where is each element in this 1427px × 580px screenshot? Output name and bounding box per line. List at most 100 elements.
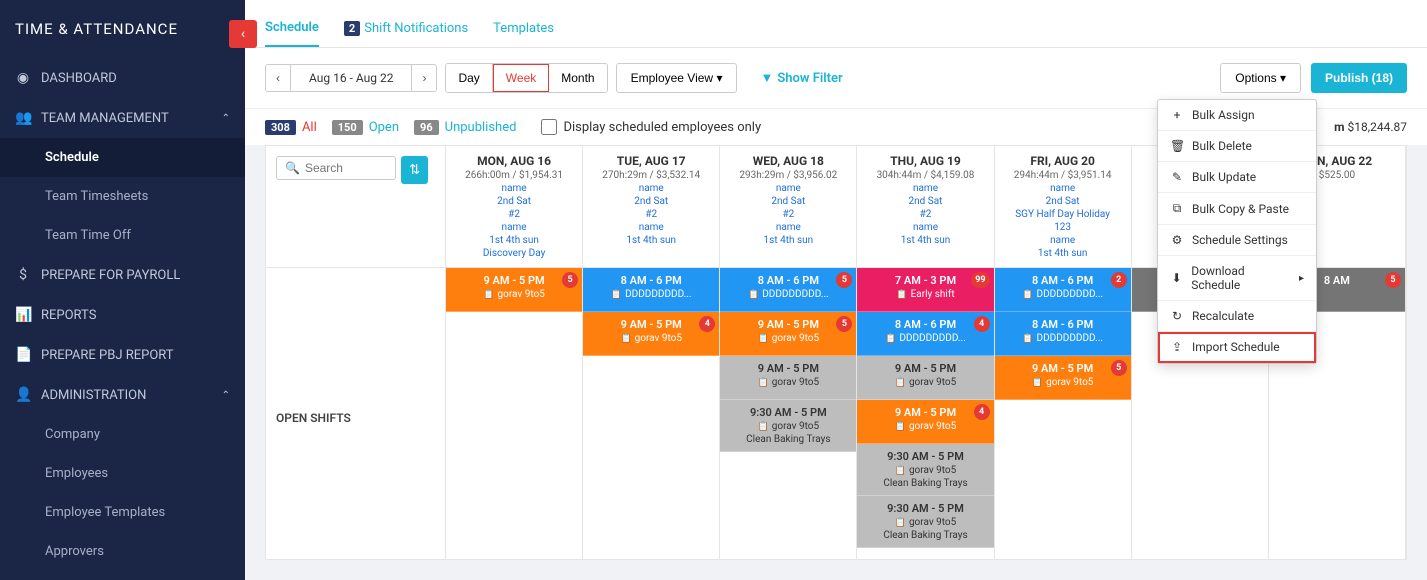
nav-item-administration[interactable]: 👤ADMINISTRATION⌃	[0, 375, 245, 415]
shift-block[interactable]: 9:30 AM - 5 PM gorav 9to5Clean Baking Tr…	[720, 400, 856, 452]
filter-all[interactable]: 308All	[265, 120, 317, 135]
shift-time: 9 AM - 5 PM	[865, 406, 985, 419]
shift-block[interactable]: 9 AM - 5 PM gorav 9to55	[995, 356, 1131, 400]
shift-block[interactable]: 8 AM - 6 PM DDDDDDDDD...4	[857, 312, 993, 356]
menu-download-schedule[interactable]: ⬇Download Schedule▸	[1158, 256, 1316, 301]
menu-bulk-delete[interactable]: 🗑Bulk Delete	[1158, 131, 1316, 162]
scheduled-only-checkbox[interactable]: Display scheduled employees only	[541, 119, 761, 135]
search-input[interactable]	[305, 161, 387, 175]
nav-item-dashboard[interactable]: ◉DASHBOARD	[0, 58, 245, 98]
nav-icon: 📊	[15, 307, 31, 323]
shift-cell-tue: 8 AM - 6 PM DDDDDDDDD...9 AM - 5 PM gora…	[583, 268, 720, 560]
shift-subtitle: gorav 9to5	[865, 517, 985, 528]
menu-schedule-settings[interactable]: ⚙Schedule Settings	[1158, 225, 1316, 256]
tab-badge: 2	[344, 21, 360, 36]
shift-time: 8 AM - 6 PM	[728, 274, 848, 287]
shift-cell-wed: 8 AM - 6 PM DDDDDDDDD...59 AM - 5 PM gor…	[720, 268, 857, 560]
day-header-0: MON, AUG 16266h:00m / $1,954.31name2nd S…	[446, 146, 583, 268]
shift-cell-thu: 7 AM - 3 PM Early shift998 AM - 6 PM DDD…	[857, 268, 994, 560]
date-range[interactable]: Aug 16 - Aug 22	[291, 65, 412, 91]
nav-sub-schedule[interactable]: Schedule	[0, 138, 245, 177]
shift-block[interactable]: 9 AM - 5 PM gorav 9to55	[446, 268, 582, 312]
shift-subtitle: gorav 9to5	[1003, 377, 1123, 388]
shift-block[interactable]: 9 AM - 5 PM gorav 9to5	[857, 356, 993, 400]
shift-block[interactable]: 8 AM - 6 PM DDDDDDDDD...	[995, 312, 1131, 356]
calendar-icon	[896, 289, 907, 300]
shift-block[interactable]: 9 AM - 5 PM gorav 9to54	[583, 312, 719, 356]
shift-block[interactable]: 9 AM - 5 PM gorav 9to5	[720, 356, 856, 400]
shift-time: 8 AM - 6 PM	[591, 274, 711, 287]
nav-sub-team-time-off[interactable]: Team Time Off	[0, 216, 245, 255]
shift-badge: 4	[974, 316, 990, 332]
shift-block[interactable]: 9:30 AM - 5 PM gorav 9to5Clean Baking Tr…	[857, 444, 993, 496]
search-box[interactable]: 🔍	[276, 156, 396, 180]
nav-item-team-management[interactable]: 👥TEAM MANAGEMENT⌃	[0, 98, 245, 138]
view-week-button[interactable]: Week	[493, 64, 549, 92]
nav-icon: $	[15, 267, 31, 283]
shift-subtitle: gorav 9to5	[728, 333, 848, 344]
shift-block[interactable]: 8 AM - 6 PM DDDDDDDDD...2	[995, 268, 1131, 312]
nav-sub-team-timesheets[interactable]: Team Timesheets	[0, 177, 245, 216]
shift-block[interactable]: 8 AM - 6 PM DDDDDDDDD...	[583, 268, 719, 312]
shift-block[interactable]: 9:30 AM - 5 PM gorav 9to5Clean Baking Tr…	[857, 496, 993, 548]
menu-recalculate[interactable]: ↻Recalculate	[1158, 301, 1316, 332]
chevron-up-icon: ⌃	[222, 113, 230, 124]
chevron-right-icon: ▸	[1299, 273, 1304, 284]
shift-cell-mon: 9 AM - 5 PM gorav 9to55	[446, 268, 583, 560]
menu-bulk-update[interactable]: ✎Bulk Update	[1158, 162, 1316, 193]
nav-item-reports[interactable]: 📊REPORTS	[0, 295, 245, 335]
view-day-button[interactable]: Day	[446, 64, 492, 92]
nav-sub-timesheet-settings[interactable]: Timesheet Settings	[0, 571, 245, 580]
show-filter-toggle[interactable]: ▼ Show Filter	[760, 70, 842, 86]
shift-badge: 5	[1385, 272, 1401, 288]
day-stats: 293h:29m / $3,956.02	[724, 170, 852, 181]
shift-time: 9:30 AM - 5 PM	[728, 406, 848, 419]
nav-sub-company[interactable]: Company	[0, 415, 245, 454]
filter-open[interactable]: 150Open	[332, 120, 399, 135]
employee-view-dropdown[interactable]: Employee View ▾	[616, 63, 738, 93]
main-content: Schedule 2Shift Notifications Templates ‹ …	[245, 0, 1427, 580]
publish-button[interactable]: Publish (18)	[1311, 63, 1407, 93]
prev-week-button[interactable]: ‹	[266, 65, 291, 91]
menu-icon: +	[1170, 108, 1184, 122]
menu-import-schedule[interactable]: ⇪Import Schedule	[1158, 332, 1316, 363]
shift-subtitle: DDDDDDDDD...	[865, 333, 985, 344]
menu-bulk-assign[interactable]: +Bulk Assign	[1158, 100, 1316, 131]
options-button[interactable]: Options ▾	[1220, 63, 1301, 93]
calendar-icon	[895, 465, 906, 476]
nav-sub-employee-templates[interactable]: Employee Templates	[0, 493, 245, 532]
app-title: TIME & ATTENDANCE	[0, 0, 245, 58]
shift-badge: 5	[1111, 360, 1127, 376]
nav-sub-employees[interactable]: Employees	[0, 454, 245, 493]
tab-templates[interactable]: Templates	[493, 11, 554, 46]
shift-time: 9 AM - 5 PM	[454, 274, 574, 287]
day-header-2: WED, AUG 18293h:29m / $3,956.02name2nd S…	[720, 146, 857, 268]
menu-icon: ↻	[1170, 309, 1184, 323]
shift-subtitle: DDDDDDDDD...	[591, 289, 711, 300]
nav-sub-approvers[interactable]: Approvers	[0, 532, 245, 571]
date-nav-group: ‹ Aug 16 - Aug 22 ›	[265, 64, 437, 92]
menu-bulk-copy-&-paste[interactable]: ⧉Bulk Copy & Paste	[1158, 193, 1316, 225]
shift-badge: 99	[971, 272, 989, 288]
shift-block[interactable]: 8 AM - 6 PM DDDDDDDDD...5	[720, 268, 856, 312]
filter-unpublished[interactable]: 96Unpublished	[414, 120, 516, 135]
shift-subtitle: gorav 9to5	[865, 421, 985, 432]
next-week-button[interactable]: ›	[412, 65, 436, 91]
shift-block[interactable]: 9 AM - 5 PM gorav 9to55	[720, 312, 856, 356]
shift-time: 9 AM - 5 PM	[728, 362, 848, 375]
shift-block[interactable]: 7 AM - 3 PM Early shift99	[857, 268, 993, 312]
search-icon: 🔍	[285, 161, 300, 175]
menu-icon: ⬇	[1170, 271, 1183, 285]
tab-shift-notifications[interactable]: 2Shift Notifications	[344, 11, 468, 46]
shift-time: 9:30 AM - 5 PM	[865, 502, 985, 515]
nav-item-prepare-pbj-report[interactable]: 📄PREPARE PBJ REPORT	[0, 335, 245, 375]
shift-badge: 5	[836, 316, 852, 332]
shift-block[interactable]: 9 AM - 5 PM gorav 9to54	[857, 400, 993, 444]
sidebar-collapse-button[interactable]: ‹	[229, 20, 257, 48]
day-title: WED, AUG 18	[724, 154, 852, 168]
shift-subtitle: DDDDDDDDD...	[1003, 289, 1123, 300]
tab-schedule[interactable]: Schedule	[265, 10, 319, 47]
sort-button[interactable]: ⇅	[401, 156, 428, 184]
nav-item-prepare-for-payroll[interactable]: $PREPARE FOR PAYROLL	[0, 255, 245, 295]
view-month-button[interactable]: Month	[549, 64, 606, 92]
